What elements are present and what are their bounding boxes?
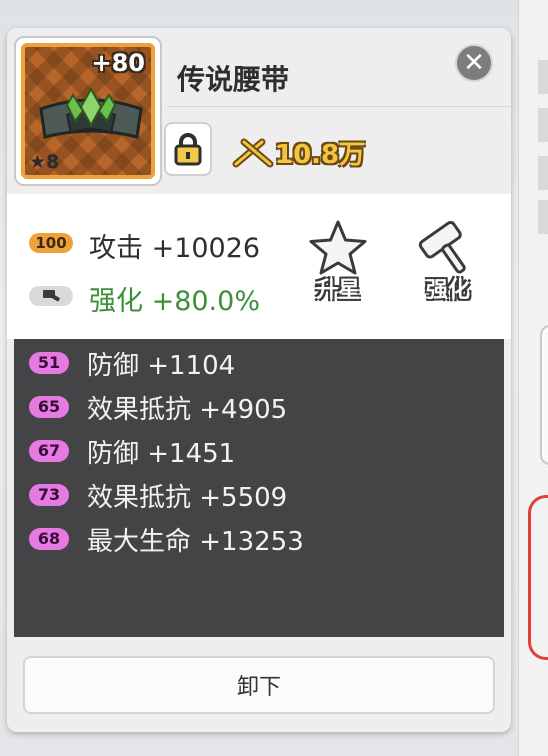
enhance-label: 强化 xyxy=(425,278,470,303)
star-up-label: 升星 xyxy=(315,278,360,303)
substat-level-badge: 68 xyxy=(29,528,69,550)
substat-text: 最大生命 +13253 xyxy=(87,526,304,557)
lock-icon xyxy=(174,133,202,166)
combat-power-value: 10.8万 xyxy=(275,140,366,170)
substat-level-badge: 65 xyxy=(29,396,69,418)
background-highlight-card xyxy=(528,495,548,660)
main-stat-text: 攻击 +10026 xyxy=(89,233,261,264)
crossed-swords-icon xyxy=(232,138,274,168)
belt-graphic xyxy=(39,86,143,139)
hammer-icon xyxy=(418,220,466,274)
substats-list: 51 防御 +1104 65 效果抵抗 +4905 67 防御 +1451 73… xyxy=(14,339,504,637)
lock-button[interactable] xyxy=(164,122,212,176)
main-stat-level-badge: 100 xyxy=(29,233,73,253)
divider xyxy=(167,106,511,107)
background-slot xyxy=(538,200,548,234)
background-slot xyxy=(538,108,548,142)
substat-text: 防御 +1104 xyxy=(87,350,236,381)
close-button[interactable]: ✕ xyxy=(455,44,493,82)
enhance-button[interactable]: 强化 xyxy=(413,218,483,308)
item-enhance-level: +80 xyxy=(91,49,145,77)
substat-row: 51 防御 +1104 xyxy=(29,346,236,381)
star-icon xyxy=(309,220,367,275)
background-slot xyxy=(538,156,548,190)
item-header: +80 ★8 传说腰带 ✕ 10.8万 xyxy=(7,28,511,194)
star-up-button[interactable]: 升星 xyxy=(303,218,373,308)
substat-row: 65 效果抵抗 +4905 xyxy=(29,390,288,425)
substat-level-badge: 51 xyxy=(29,352,69,374)
hammer-icon xyxy=(29,286,73,306)
substat-text: 防御 +1451 xyxy=(87,438,236,469)
close-icon: ✕ xyxy=(463,48,485,78)
background-slot xyxy=(538,60,548,94)
item-detail-panel: +80 ★8 传说腰带 ✕ 10.8万 100 攻击 +10026 强化 +80… xyxy=(7,28,511,732)
substat-row: 73 效果抵抗 +5509 xyxy=(29,478,288,513)
item-icon-frame: +80 ★8 xyxy=(14,36,162,186)
unequip-button[interactable]: 卸下 xyxy=(23,656,495,714)
item-star-rank: ★8 xyxy=(29,151,60,173)
legend-belt-icon: +80 ★8 xyxy=(21,43,155,179)
substat-level-badge: 73 xyxy=(29,484,69,506)
main-stats-box: 100 攻击 +10026 强化 +80.0% 升星 强化 xyxy=(7,194,511,339)
substat-text: 效果抵抗 +5509 xyxy=(87,482,288,513)
item-name: 传说腰带 xyxy=(177,63,290,96)
background-card xyxy=(540,325,548,465)
substat-row: 67 防御 +1451 xyxy=(29,434,236,469)
substat-text: 效果抵抗 +4905 xyxy=(87,394,288,425)
substat-level-badge: 67 xyxy=(29,440,69,462)
enhance-stat-text: 强化 +80.0% xyxy=(89,286,260,317)
substat-row: 68 最大生命 +13253 xyxy=(29,522,304,557)
